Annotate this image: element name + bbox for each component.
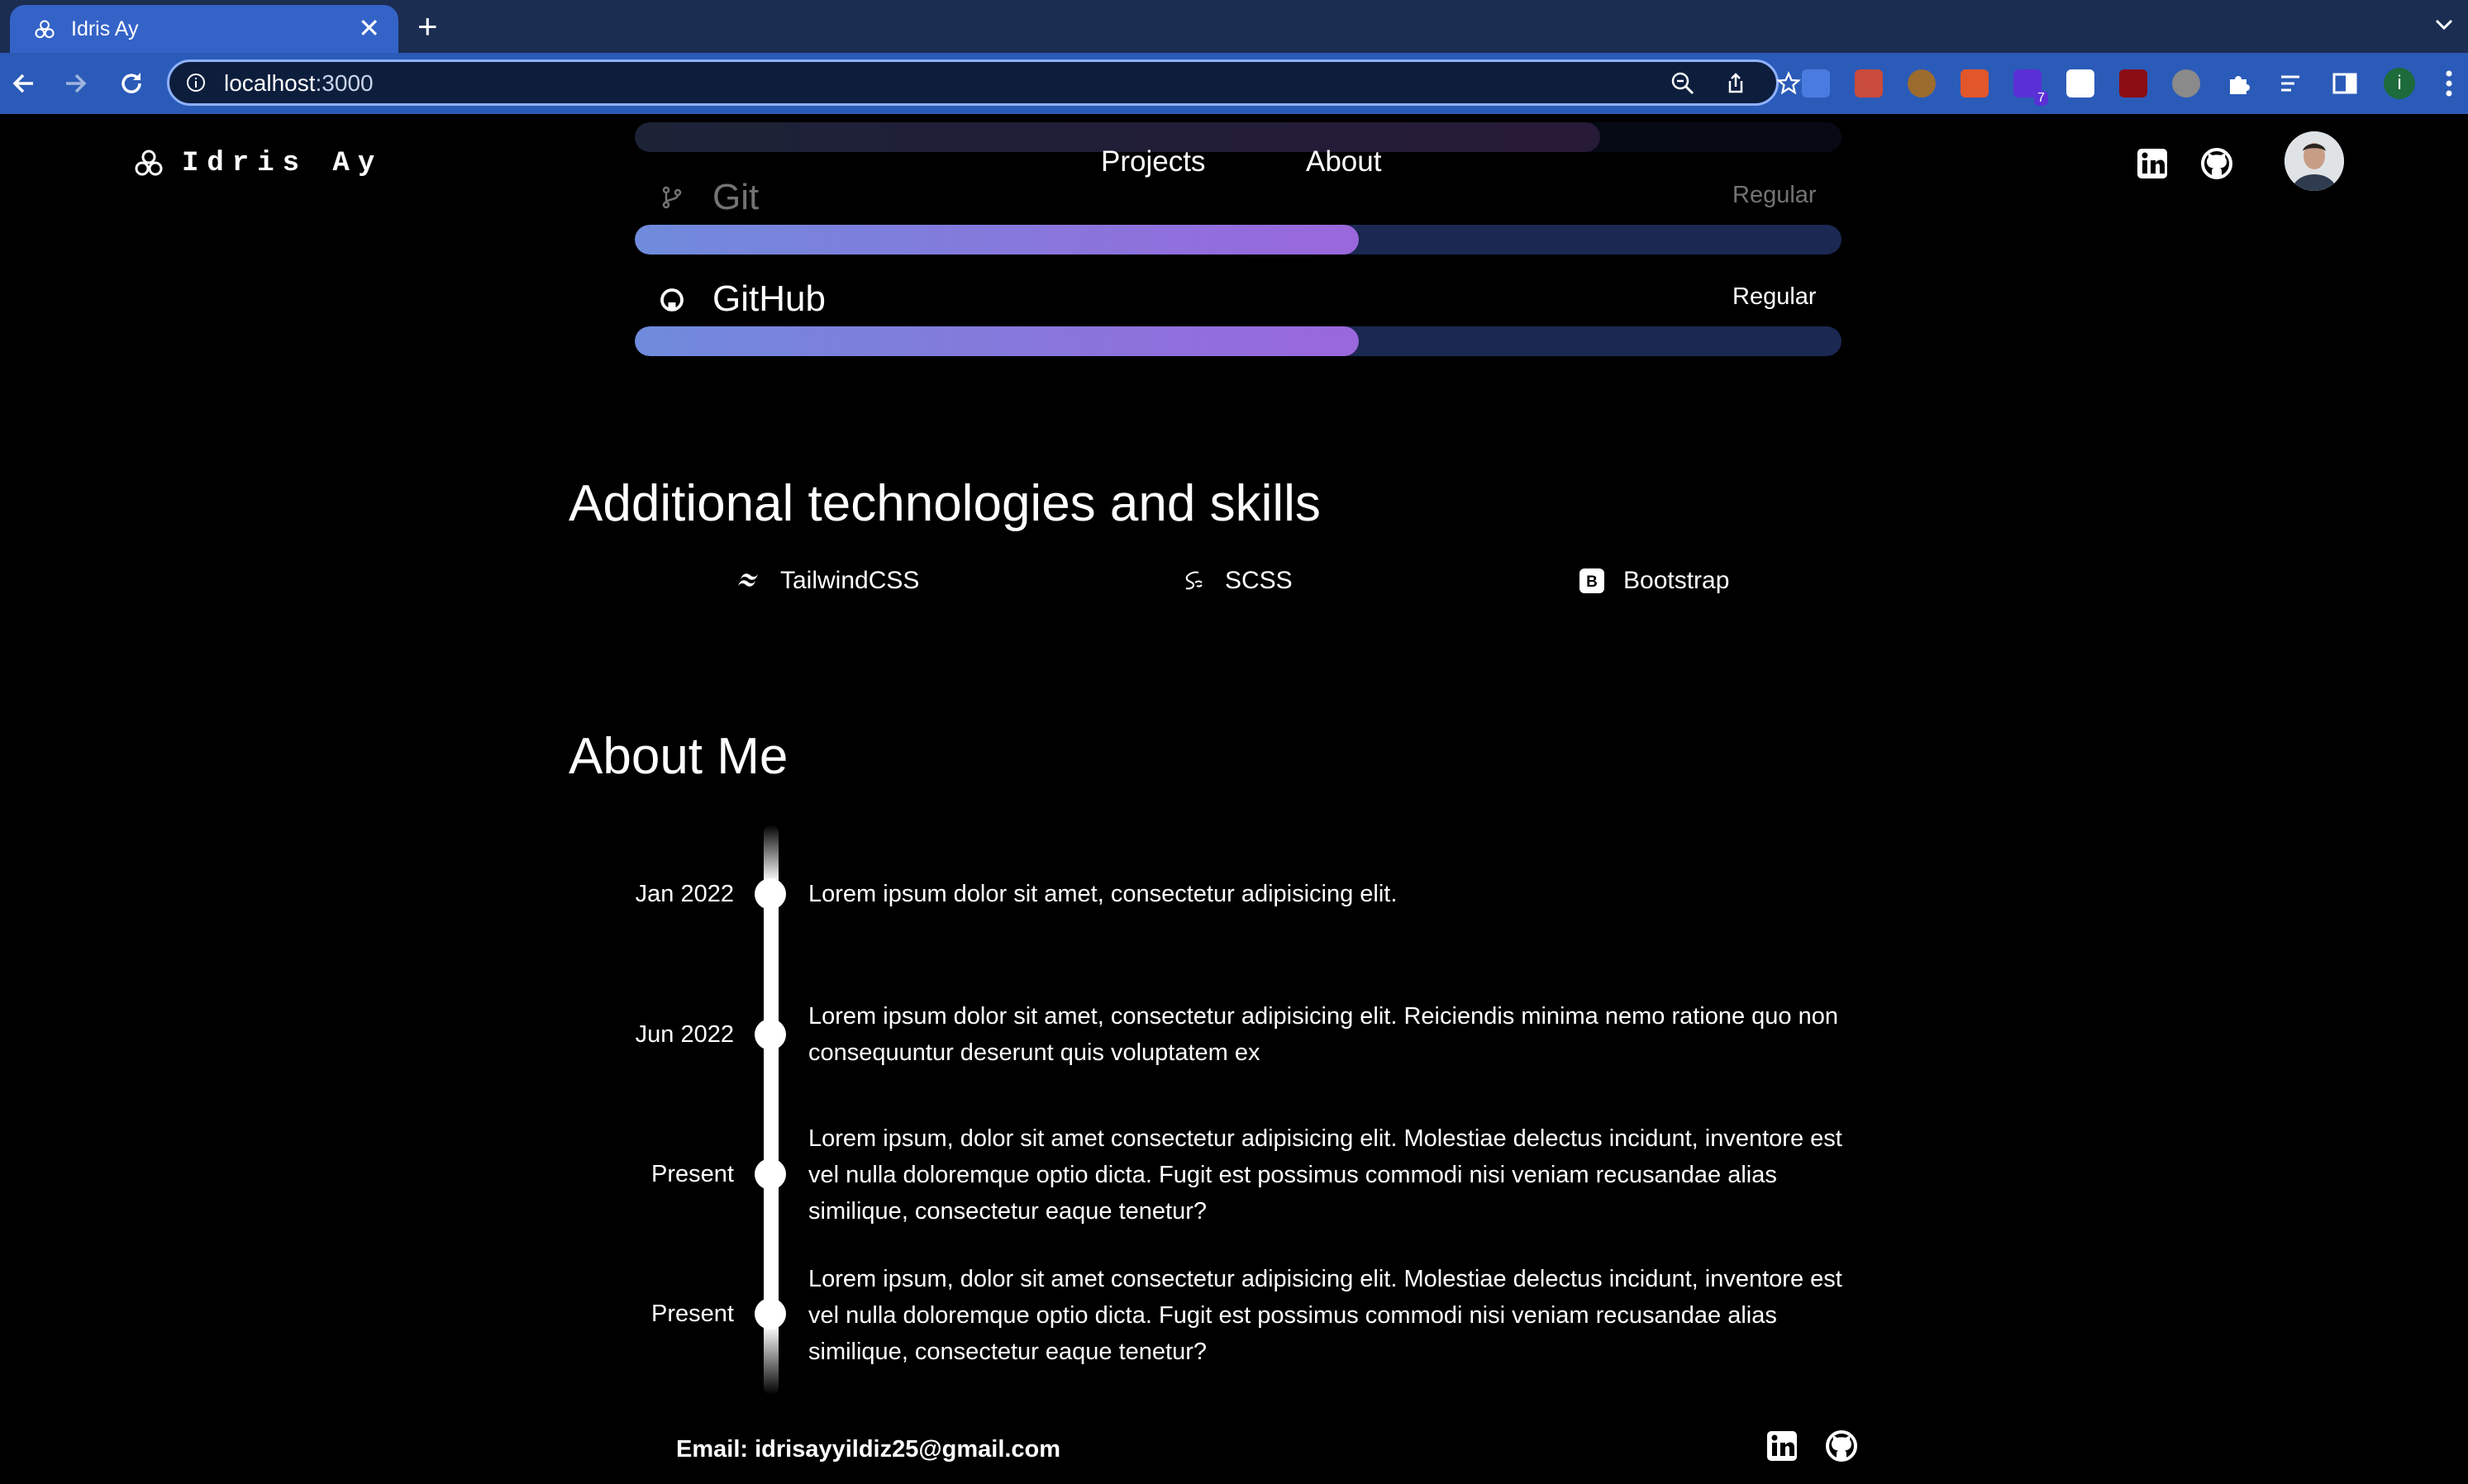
close-tab-icon[interactable]: ✕ [358, 14, 380, 42]
tab-strip: Idris Ay ✕ + [0, 0, 2468, 53]
profile-avatar[interactable]: i [2384, 68, 2415, 99]
extension-icon-6[interactable] [2066, 69, 2094, 98]
github-icon[interactable] [1825, 1429, 1858, 1463]
nav-projects[interactable]: Projects [1101, 145, 1205, 178]
ublock-extension-icon[interactable] [2119, 69, 2147, 98]
brand-link[interactable]: Idris Ay [132, 147, 383, 180]
nav-about[interactable]: About [1306, 145, 1381, 178]
skill-level: Regular [1732, 182, 1817, 208]
skill-progress-fill [635, 326, 1359, 356]
puzzle-extensions-icon[interactable] [2225, 69, 2253, 98]
extension-icon-4[interactable] [1961, 69, 1989, 98]
browser-toolbar: localhost:3000 7 i [0, 53, 2468, 114]
sass-icon [1185, 571, 1203, 590]
profile-photo [2285, 131, 2344, 191]
git-branch-icon [662, 186, 682, 209]
timeline-date: Present [651, 1161, 734, 1187]
github-icon [660, 288, 684, 312]
reading-list-icon[interactable] [2278, 69, 2306, 98]
back-arrow-icon[interactable] [8, 68, 40, 99]
svg-text:B: B [1586, 573, 1598, 591]
extension-icon-5[interactable]: 7 [2013, 69, 2048, 106]
timeline-dot [755, 1298, 786, 1329]
timeline-date: Present [651, 1301, 734, 1327]
timeline-dot [755, 1019, 786, 1050]
linkedin-icon[interactable] [1765, 1429, 1799, 1463]
skill-name: Git [712, 177, 760, 217]
linkedin-icon[interactable] [2136, 147, 2169, 180]
forward-arrow-icon[interactable] [60, 68, 91, 99]
timeline-dot [755, 1158, 786, 1190]
bootstrap-icon: B [1579, 568, 1604, 593]
brand-logo-icon [35, 20, 55, 39]
share-icon[interactable] [1723, 71, 1748, 96]
timeline-text: Lorem ipsum dolor sit amet, consectetur … [808, 1003, 1838, 1066]
brand-name: Idris Ay [182, 148, 384, 179]
tailwind-icon [738, 573, 758, 587]
skill-name: GitHub [712, 278, 826, 319]
timeline-text: Lorem ipsum dolor sit amet, consectetur … [808, 881, 1398, 907]
tab-title: Idris Ay [71, 17, 139, 40]
zoom-icon[interactable] [1670, 71, 1695, 96]
skill-progress-bar [635, 122, 1841, 152]
info-icon[interactable] [186, 73, 206, 93]
footer-email[interactable]: Email: idrisayyildiz25@gmail.com [676, 1436, 1060, 1463]
reload-icon[interactable] [116, 68, 147, 99]
section-title-additional: Additional technologies and skills [569, 475, 1321, 532]
skill-progress-bar [635, 225, 1841, 254]
extension-badge: 7 [2034, 91, 2048, 106]
timeline-text: Lorem ipsum, dolor sit amet consectetur … [808, 1266, 1842, 1365]
chevron-down-icon[interactable] [2432, 12, 2456, 36]
cookie-extension-icon[interactable] [1908, 69, 1936, 98]
github-icon[interactable] [2200, 147, 2233, 180]
section-title-about: About Me [569, 728, 789, 785]
skill-progress-fill [635, 225, 1359, 254]
extension-icon-2[interactable] [1855, 69, 1883, 98]
tech-item-tailwind: TailwindCSS [736, 567, 919, 595]
side-panel-icon[interactable] [2331, 69, 2359, 98]
more-menu-icon[interactable] [2445, 69, 2453, 98]
page-content: Idris Ay Projects About Git Regular GitH… [0, 114, 2468, 1484]
translate-extension-icon[interactable] [1802, 69, 1830, 98]
brand-logo-icon [135, 150, 163, 176]
extension-icon-8[interactable] [2172, 69, 2200, 98]
new-tab-button[interactable]: + [417, 8, 438, 45]
skill-level: Regular [1732, 283, 1817, 310]
timeline-date: Jun 2022 [635, 1021, 734, 1048]
tech-item-bootstrap: B Bootstrap [1579, 567, 1729, 595]
timeline-dot [755, 878, 786, 910]
address-bar[interactable]: localhost:3000 [167, 59, 1801, 106]
tech-label: SCSS [1225, 567, 1293, 594]
timeline-date: Jan 2022 [635, 881, 734, 907]
avatar[interactable] [2285, 131, 2344, 191]
bookmark-star-icon[interactable] [1776, 71, 1801, 96]
timeline-text: Lorem ipsum, dolor sit amet consectetur … [808, 1125, 1842, 1225]
tech-label: Bootstrap [1623, 567, 1730, 594]
url-text[interactable]: localhost:3000 [224, 70, 374, 97]
tech-item-scss: SCSS [1180, 567, 1293, 595]
skill-progress-bar [635, 326, 1841, 356]
browser-tab[interactable]: Idris Ay ✕ [10, 5, 398, 53]
tech-label: TailwindCSS [780, 567, 920, 594]
